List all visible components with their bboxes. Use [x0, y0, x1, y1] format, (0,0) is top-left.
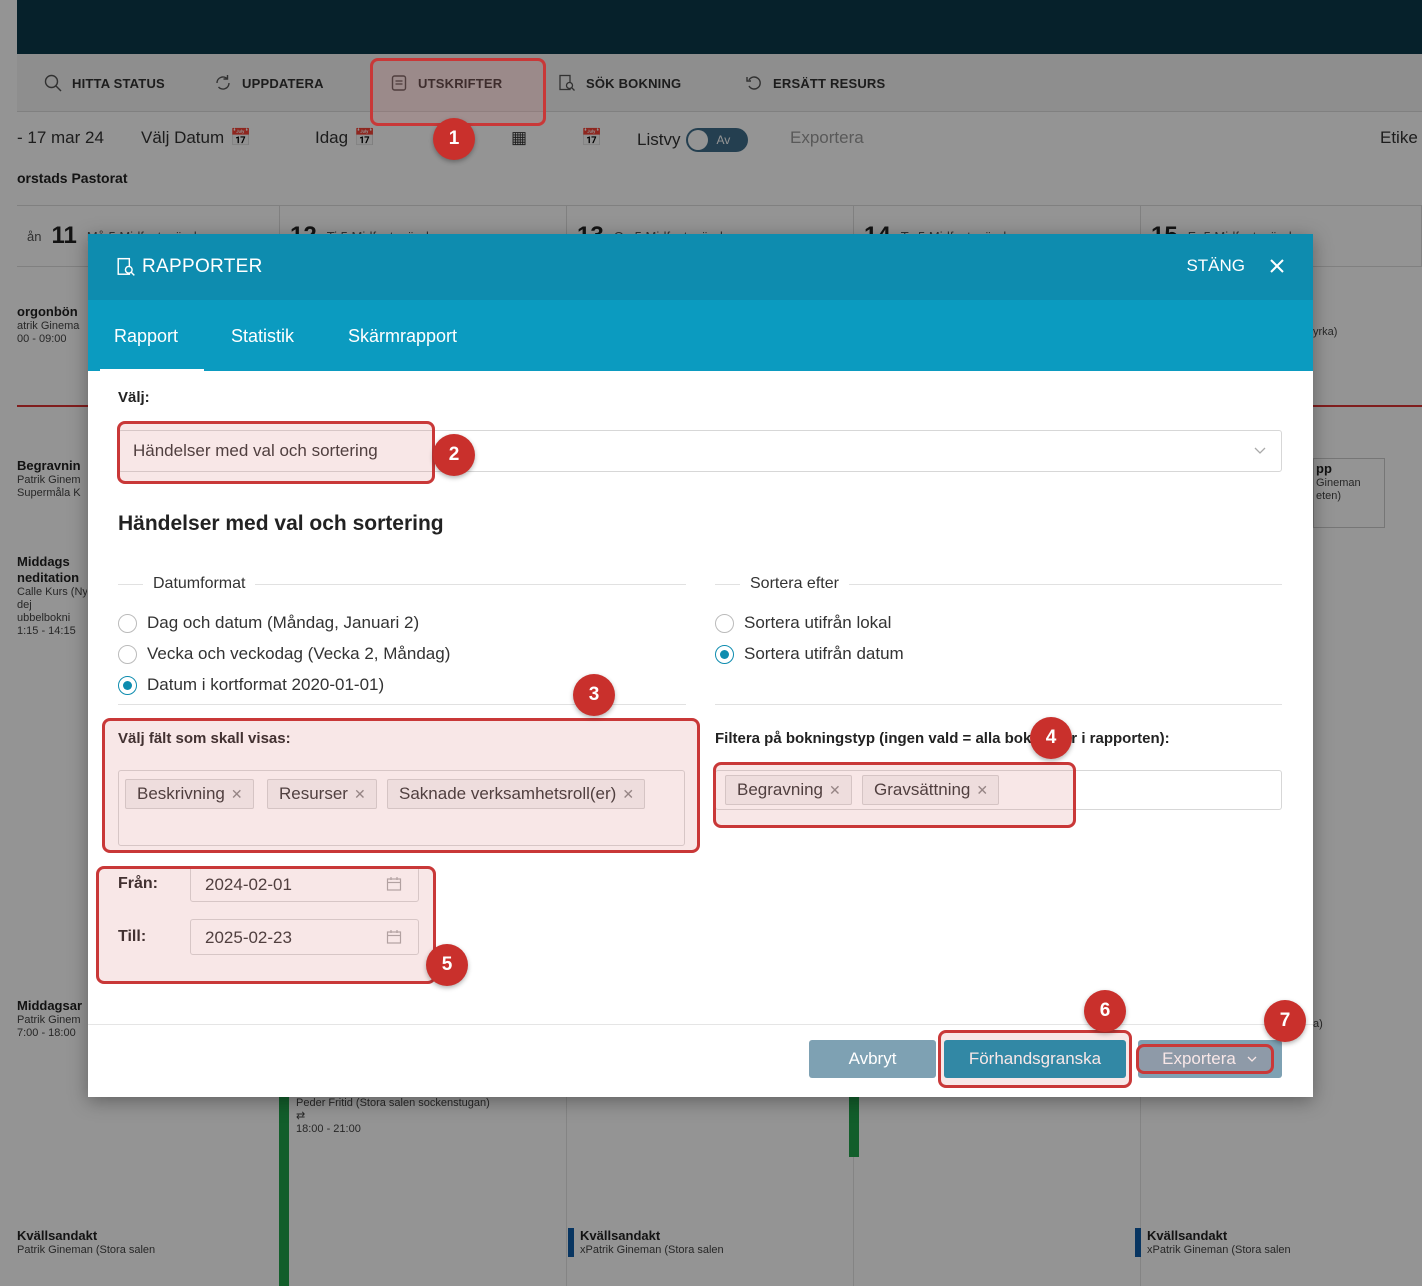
step-badge: 1	[433, 118, 475, 160]
cancel-button[interactable]: Avbryt	[809, 1040, 936, 1078]
highlight-box	[713, 762, 1076, 828]
step-badge: 3	[573, 674, 615, 716]
date-format-legend: Datumformat	[143, 575, 256, 593]
tab-screen-report[interactable]: Skärmrapport	[348, 326, 457, 347]
step-badge: 4	[1030, 717, 1072, 759]
highlight-box	[117, 421, 435, 484]
highlight-box	[96, 866, 436, 984]
chevron-down-icon	[1254, 447, 1266, 454]
highlight-box	[1136, 1044, 1274, 1074]
sort-option[interactable]: Sortera utifrån lokal	[715, 613, 891, 633]
section-title: Händelser med val och sortering	[118, 512, 444, 535]
highlight-box	[102, 718, 700, 853]
radio-button[interactable]	[715, 613, 734, 633]
sort-legend: Sortera efter	[740, 575, 849, 593]
step-badge: 2	[433, 434, 475, 476]
close-button[interactable]: STÄNG	[1186, 256, 1285, 276]
radio-button[interactable]	[118, 613, 137, 633]
sort-option[interactable]: Sortera utifrån datum	[715, 644, 904, 664]
choose-label: Välj:	[118, 389, 150, 406]
date-format-option[interactable]: Datum i kortformat 2020-01-01)	[118, 675, 384, 695]
dialog-title-text: RAPPORTER	[142, 256, 263, 277]
step-badge: 5	[426, 944, 468, 986]
dialog-tabs: Rapport Statistik Skärmrapport	[88, 300, 1313, 372]
radio-label: Dag och datum (Måndag, Januari 2)	[147, 613, 420, 632]
report-search-icon	[117, 257, 135, 276]
radio-button-selected[interactable]	[715, 644, 734, 664]
filter-label: Filtera på bokningstyp (ingen vald = all…	[715, 730, 1170, 747]
radio-label: Sortera utifrån datum	[744, 644, 904, 663]
footer-divider	[88, 1024, 1313, 1025]
radio-label: Datum i kortformat 2020-01-01)	[147, 675, 385, 694]
tab-statistics[interactable]: Statistik	[231, 326, 294, 347]
radio-label: Sortera utifrån lokal	[744, 613, 892, 632]
step-badge: 6	[1084, 990, 1126, 1032]
radio-label: Vecka och veckodag (Vecka 2, Måndag)	[147, 644, 451, 663]
radio-button[interactable]	[118, 644, 137, 664]
date-format-option[interactable]: Dag och datum (Måndag, Januari 2)	[118, 613, 419, 633]
close-icon	[1270, 259, 1284, 273]
tab-report[interactable]: Rapport	[99, 326, 205, 372]
fieldset-bottom	[715, 704, 1282, 705]
dialog-title: RAPPORTER	[116, 256, 263, 278]
radio-button-selected[interactable]	[118, 675, 137, 695]
highlight-box	[370, 58, 546, 126]
close-label: STÄNG	[1186, 256, 1245, 275]
dialog-header: RAPPORTER STÄNG	[88, 234, 1313, 300]
step-badge: 7	[1264, 1000, 1306, 1042]
highlight-box	[938, 1030, 1132, 1088]
date-format-option[interactable]: Vecka och veckodag (Vecka 2, Måndag)	[118, 644, 450, 664]
